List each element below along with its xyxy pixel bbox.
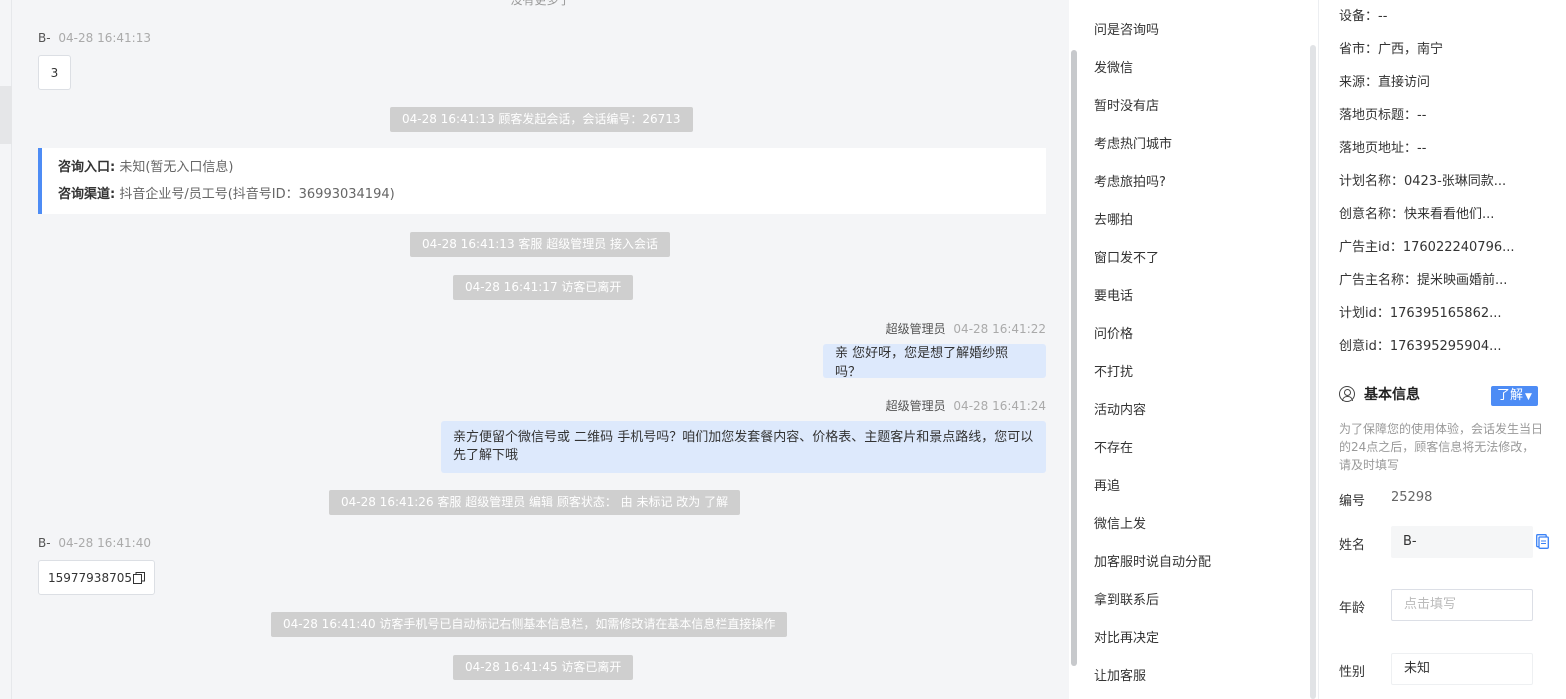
info-source: 来源：直接访问 [1339,75,1431,90]
info-creative-id: 创意id：176395295904... [1339,339,1502,354]
entry-label: 咨询入口: [58,160,116,175]
name-field[interactable]: B- [1391,526,1533,558]
message-time: 04-28 16:41:13 [58,31,151,45]
id-value: 25298 [1391,490,1433,505]
message-meta: B- 04-28 16:41:40 [38,536,151,550]
info-landing-title: 落地页标题：-- [1339,108,1427,123]
system-notice: 04-28 16:41:26 客服 超级管理员 编辑 顾客状态： 由 未标记 改… [329,490,741,515]
message-line: 先了解下哦 [453,448,519,463]
chat-scrollbar-thumb[interactable] [1071,50,1077,666]
quick-reply-item[interactable]: 发微信 [1094,57,1133,76]
entry-value: 未知(暂无入口信息) [119,160,234,175]
quick-reply-item[interactable]: 去哪拍 [1094,209,1133,228]
message-meta: 超级管理员 04-28 16:41:24 [886,397,1046,414]
message-meta: 超级管理员 04-28 16:41:22 [886,320,1046,337]
info-landing-url: 落地页地址：-- [1339,141,1427,156]
consult-entry-card: 咨询入口: 未知(暂无入口信息) 咨询渠道: 抖音企业号/员工号(抖音号ID：3… [38,148,1046,214]
quick-reply-item[interactable]: 让加客服 [1094,665,1146,684]
quick-reply-list: 问是咨询吗 发微信 暂时没有店 考虑热门城市 考虑旅拍吗? 去哪拍 窗口发不了 … [1078,0,1308,699]
name-label: 姓名 [1339,538,1366,553]
quick-reply-scrollbar-thumb[interactable] [1310,45,1316,699]
info-device: 设备：-- [1339,9,1388,24]
no-more-note: 没有更多了 [510,0,571,7]
info-plan-id: 计划id：176395165862... [1339,306,1502,321]
basic-info-header: 基本信息 [1339,384,1420,404]
status-dropdown-button[interactable]: 了解 ▼ [1491,386,1538,406]
basic-info-title: 基本信息 [1364,387,1420,403]
quick-reply-item[interactable]: 活动内容 [1094,399,1146,418]
visitor-phone-bubble[interactable]: 15977938705 [38,560,155,595]
status-label: 了解 [1497,388,1524,403]
caret-down-icon: ▼ [1525,392,1532,402]
system-notice: 04-28 16:41:13 顾客发起会话，会话编号：26713 [390,107,693,132]
quick-reply-item[interactable]: 窗口发不了 [1094,247,1159,266]
phone-number: 15977938705 [48,570,132,585]
sender-name: B- [38,536,51,550]
quick-reply-scrollbar[interactable] [1308,0,1318,699]
gender-select[interactable]: 未知 [1391,653,1533,685]
user-circle-icon [1339,386,1355,402]
info-creative-name: 创意名称：快来看看他们... [1339,207,1495,222]
quick-reply-item[interactable]: 要电话 [1094,285,1133,304]
info-region: 省市：广西，南宁 [1339,42,1444,57]
quick-reply-item[interactable]: 微信上发 [1094,513,1146,532]
chat-pane: 没有更多了 B- 04-28 16:41:13 3 04-28 16:41:13… [12,0,1069,699]
left-nav-tab[interactable] [0,86,12,144]
quick-reply-item[interactable]: 对比再决定 [1094,627,1159,646]
quick-reply-item[interactable]: 加客服时说自动分配 [1094,551,1211,570]
age-label: 年龄 [1339,601,1366,616]
message-time: 04-28 16:41:40 [58,536,151,550]
message-time: 04-28 16:41:24 [953,399,1046,413]
quick-reply-item[interactable]: 不打扰 [1094,361,1133,380]
info-advertiser-id: 广告主id：176022240796... [1339,240,1515,255]
message-meta: B- 04-28 16:41:13 [38,31,151,45]
quick-reply-item[interactable]: 拿到联系后 [1094,589,1159,608]
system-notice: 04-28 16:41:13 客服 超级管理员 接入会话 [410,232,671,257]
quick-reply-item[interactable]: 再追 [1094,475,1120,494]
system-notice: 04-28 16:41:17 访客已离开 [453,275,634,300]
sender-name: 超级管理员 [885,399,946,413]
quick-reply-item[interactable]: 考虑热门城市 [1094,133,1172,152]
agent-message-bubble[interactable]: 亲方便留个微信号或 二维码 手机号吗？咱们加您发套餐内容、价格表、主题客片和景点… [441,421,1046,473]
system-notice: 04-28 16:41:40 访客手机号已自动标记右侧基本信息栏，如需修改请在基… [271,612,788,637]
left-nav-strip [0,0,12,699]
visitor-info-panel: 设备：-- 省市：广西，南宁 来源：直接访问 落地页标题：-- 落地页地址：--… [1318,0,1566,699]
info-plan-name: 计划名称：0423-张琳同款... [1339,174,1507,189]
chat-scrollbar[interactable] [1070,0,1078,699]
quick-reply-item[interactable]: 考虑旅拍吗? [1094,171,1166,190]
quick-reply-item[interactable]: 不存在 [1094,437,1133,456]
sender-name: B- [38,31,51,45]
id-label: 编号 [1339,494,1366,509]
edit-notice: 为了保障您的使用体验，会话发生当日的24点之后，顾客信息将无法修改，请及时填写 [1339,422,1544,472]
quick-reply-item[interactable]: 暂时没有店 [1094,95,1159,114]
info-advertiser-name: 广告主名称：提米映画婚前... [1339,273,1508,288]
channel-value: 抖音企业号/员工号(抖音号ID：36993034194) [119,187,395,202]
gender-label: 性别 [1339,665,1366,680]
agent-message-bubble[interactable]: 亲 您好呀，您是想了解婚纱照吗？ [823,344,1046,380]
system-notice: 04-28 16:41:45 访客已离开 [453,655,634,680]
copy-icon[interactable] [1536,534,1549,549]
quick-reply-item[interactable]: 问是咨询吗 [1094,19,1159,38]
visitor-message-bubble[interactable]: 3 [38,55,71,90]
message-line: 亲方便留个微信号或 二维码 手机号吗？咱们加您发套餐内容、价格表、主题客片和景点… [453,430,1034,445]
sender-name: 超级管理员 [885,322,946,336]
copy-icon[interactable] [132,571,145,584]
message-time: 04-28 16:41:22 [953,322,1046,336]
quick-reply-item[interactable]: 问价格 [1094,323,1133,342]
channel-label: 咨询渠道: [58,187,116,202]
age-input[interactable]: 点击填写 [1391,589,1533,621]
